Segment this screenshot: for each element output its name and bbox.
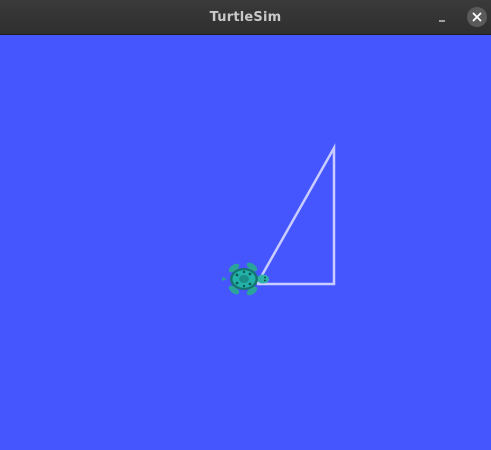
window-title: TurtleSim (209, 10, 282, 25)
pen-trail (255, 143, 336, 286)
turtle-canvas (0, 35, 491, 450)
minimize-button[interactable] (433, 9, 451, 27)
turtle-icon (222, 262, 269, 296)
titlebar[interactable]: TurtleSim (0, 0, 491, 35)
close-button[interactable] (467, 7, 487, 27)
turtlesim-window: TurtleSim (0, 0, 491, 450)
canvas-drawing (222, 143, 336, 296)
close-icon (472, 12, 482, 22)
minimize-icon (439, 20, 445, 22)
